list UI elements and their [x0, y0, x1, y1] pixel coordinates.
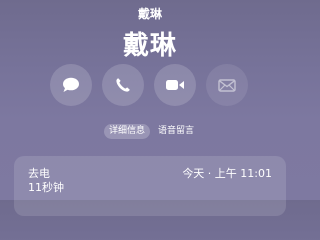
mail-icon — [218, 78, 236, 92]
tab-details[interactable]: 详细信息 — [104, 124, 150, 139]
call-timestamp: 今天 · 上午 11:01 — [182, 167, 272, 180]
video-button[interactable] — [154, 64, 196, 106]
mail-button[interactable] — [206, 64, 248, 106]
call-duration: 11秒钟 — [28, 181, 64, 194]
call-button[interactable] — [102, 64, 144, 106]
message-icon — [62, 77, 80, 93]
tab-voicemail[interactable]: 语音留言 — [153, 124, 199, 139]
contact-name-title: 戴琳 — [122, 31, 177, 61]
recent-call-card[interactable]: 去电 今天 · 上午 11:01 11秒钟 — [14, 156, 286, 216]
message-button[interactable] — [50, 64, 92, 106]
header-contact-name: 戴琳 — [137, 7, 162, 21]
phone-icon — [115, 77, 131, 93]
video-icon — [165, 78, 185, 92]
detail-tabs: 详细信息 语音留言 — [0, 124, 300, 140]
contact-actions-row — [50, 64, 250, 106]
